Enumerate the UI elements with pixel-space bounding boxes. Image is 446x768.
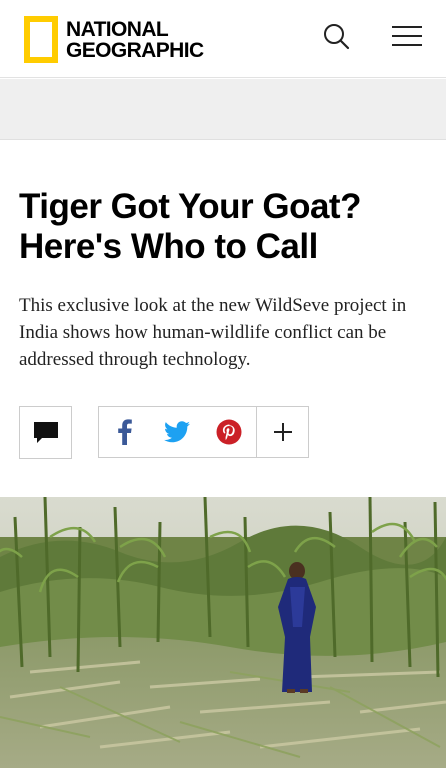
search-icon	[324, 24, 350, 50]
twitter-share-button[interactable]	[151, 407, 203, 457]
facebook-share-button[interactable]	[99, 407, 151, 457]
yellow-border-logo-icon	[24, 16, 58, 63]
article-dek: This exclusive look at the new WildSeve …	[19, 295, 407, 370]
hero-image	[0, 497, 446, 768]
comment-icon	[33, 421, 58, 443]
menu-button[interactable]	[388, 20, 426, 54]
ad-placeholder-band	[0, 79, 446, 140]
hamburger-menu-icon	[392, 26, 422, 46]
search-button[interactable]	[320, 20, 354, 54]
twitter-icon	[163, 421, 190, 443]
logo-wordmark: NATIONAL GEOGRAPHIC	[66, 19, 204, 61]
logo-line-2: GEOGRAPHIC	[66, 38, 204, 62]
site-header: NATIONAL GEOGRAPHIC	[0, 0, 446, 78]
pinterest-share-button[interactable]	[203, 407, 257, 457]
comment-button[interactable]	[19, 406, 72, 459]
natgeo-logo[interactable]: NATIONAL GEOGRAPHIC	[24, 16, 204, 63]
plus-icon	[273, 423, 292, 441]
more-share-button[interactable]	[256, 407, 308, 457]
maize-field-photo	[0, 497, 446, 768]
logo-line-1: NATIONAL	[66, 17, 169, 41]
facebook-icon	[118, 419, 132, 445]
share-bar	[98, 406, 309, 458]
article-title: Tiger Got Your Goat? Here's Who to Call	[19, 187, 361, 266]
pinterest-icon	[216, 419, 242, 445]
